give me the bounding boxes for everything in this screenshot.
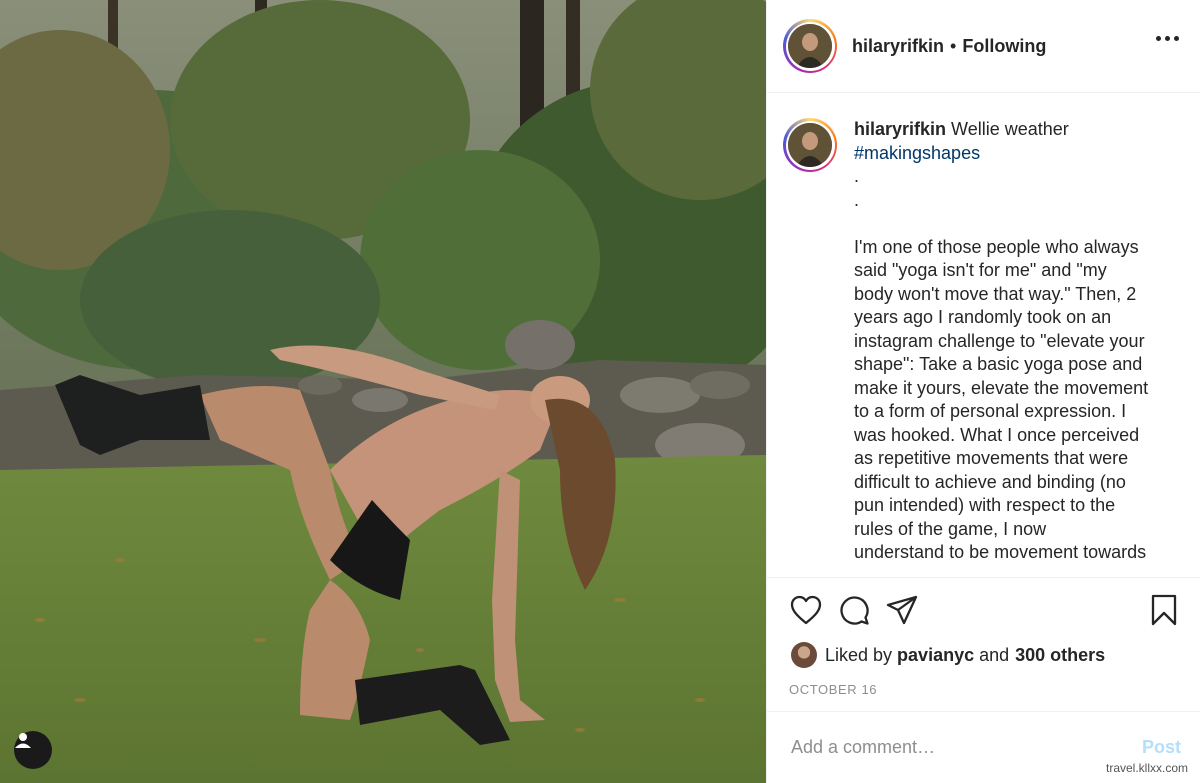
caption-line: pun intended) with respect to the (854, 495, 1116, 515)
caption-title: Wellie weather (951, 119, 1069, 139)
yoga-pose-photo (0, 0, 766, 783)
caption-line: understand to be movement towards (854, 542, 1147, 562)
likes-prefix: Liked by (825, 644, 893, 665)
likes-summary: Liked by pavianyc and 300 others (791, 641, 1105, 669)
caption-line: years ago I randomly took on an (854, 307, 1112, 327)
caption-line: shape": Take a basic yoga pose and (854, 354, 1143, 374)
post-header: hilaryrifkin • Following (767, 0, 1200, 93)
liker-avatar[interactable] (791, 642, 817, 668)
liker-username[interactable]: pavianyc (897, 645, 974, 666)
avatar-image (788, 24, 832, 68)
user-tag-button[interactable] (14, 731, 52, 769)
avatar-image (788, 123, 832, 167)
share-button[interactable] (885, 593, 919, 627)
post-date[interactable]: OCTOBER 16 (789, 682, 877, 697)
more-options-button[interactable] (1156, 36, 1179, 41)
comment-input[interactable] (791, 737, 1142, 758)
hashtag-link[interactable]: #makingshapes (854, 142, 1174, 166)
caption-username[interactable]: hilaryrifkin (854, 119, 946, 139)
paper-plane-icon (886, 595, 918, 624)
caption-line: make it yours, elevate the movement (854, 377, 1149, 398)
action-bar (767, 577, 1200, 641)
caption-line: I'm one of those people who always (854, 236, 1139, 257)
watermark: travel.kllxx.com (1105, 761, 1188, 775)
caption-text: hilaryrifkin Wellie weather #makingshape… (854, 118, 1174, 565)
comment-button[interactable] (837, 593, 871, 627)
caption-line: body won't move that way." Then, 2 (854, 283, 1137, 304)
save-button[interactable] (1147, 593, 1181, 627)
header-separator: • (950, 35, 957, 56)
caption-line: was hooked. What I once perceived (854, 424, 1140, 445)
caption-line: said "yoga isn't for me" and "my (854, 260, 1107, 280)
caption-avatar[interactable] (783, 118, 837, 172)
caption-dot: . (854, 189, 860, 210)
caption-line: as repetitive movements that were (854, 448, 1129, 468)
following-button[interactable]: Following (962, 36, 1046, 57)
caption-area: hilaryrifkin Wellie weather #makingshape… (767, 94, 1200, 576)
heart-icon (790, 595, 822, 624)
post-sidebar: hilaryrifkin • Following hilaryrifkin We… (766, 0, 1200, 783)
bookmark-icon (1151, 594, 1177, 626)
likes-count-link[interactable]: 300 others (1015, 645, 1105, 666)
post-comment-button[interactable]: Post (1142, 737, 1181, 758)
likes-conjunction: and (979, 644, 1010, 665)
caption-dot: . (854, 166, 860, 186)
caption-line: difficult to achieve and binding (no (854, 471, 1126, 492)
ellipsis-icon (1156, 36, 1161, 41)
comment-bubble-icon (840, 595, 869, 625)
post-photo (0, 0, 766, 783)
like-button[interactable] (789, 593, 823, 627)
caption-line: rules of the game, I now (854, 518, 1047, 539)
header-username[interactable]: hilaryrifkin (852, 36, 944, 57)
profile-avatar[interactable] (783, 19, 837, 73)
caption-line: instagram challenge to "elevate your (854, 330, 1145, 351)
caption-line: to a form of personal expression. I (854, 401, 1127, 421)
